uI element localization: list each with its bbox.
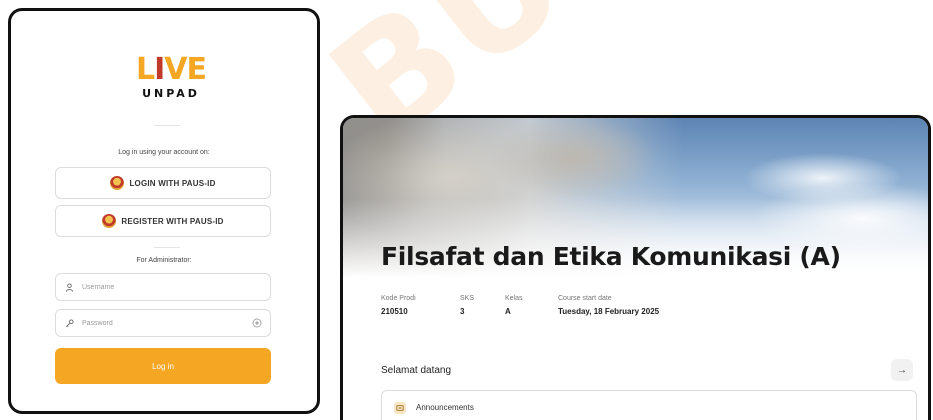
megaphone-icon <box>394 401 406 414</box>
divider <box>154 247 180 248</box>
crest-icon <box>102 214 117 228</box>
course-card: Filsafat dan Etika Komunikasi (A) Kode P… <box>340 115 931 420</box>
username-input[interactable] <box>82 283 262 291</box>
welcome-section-title: Selamat datang <box>381 365 452 376</box>
divider <box>154 125 180 126</box>
meta-kelas: Kelas A <box>505 295 523 316</box>
key-icon <box>64 318 74 328</box>
user-icon <box>64 282 74 292</box>
login-card: LIVE UNPAD Log in using your account on:… <box>8 8 320 414</box>
crest-icon <box>110 176 125 190</box>
register-with-paus-id-button[interactable]: REGISTER WITH PAUS-ID <box>55 205 271 237</box>
course-title: Filsafat dan Etika Komunikasi (A) <box>381 242 841 271</box>
meta-kode-prodi: Kode Prodi 210510 <box>381 295 416 316</box>
live-unpad-logo: LIVE UNPAD <box>135 52 207 101</box>
password-field[interactable] <box>55 309 271 337</box>
admin-label: For Administrator: <box>136 257 192 264</box>
register-with-paus-id-label: REGISTER WITH PAUS-ID <box>121 216 224 226</box>
username-field[interactable] <box>55 273 271 301</box>
arrow-right-icon: → <box>897 364 907 376</box>
announcements-label: Announcements <box>416 403 474 412</box>
eye-icon[interactable] <box>252 318 262 328</box>
login-with-paus-id-button[interactable]: LOGIN WITH PAUS-ID <box>55 167 271 199</box>
login-prompt: Log in using your account on: <box>118 149 210 156</box>
login-with-paus-id-label: LOGIN WITH PAUS-ID <box>129 178 216 188</box>
password-input[interactable] <box>82 319 244 327</box>
welcome-expand-button[interactable]: → <box>891 359 913 381</box>
login-submit-button[interactable]: Log in <box>55 348 271 384</box>
meta-course-start-date: Course start date Tuesday, 18 February 2… <box>558 295 660 316</box>
meta-sks: SKS 3 <box>460 295 475 316</box>
announcements-item[interactable]: Announcements <box>381 390 917 420</box>
